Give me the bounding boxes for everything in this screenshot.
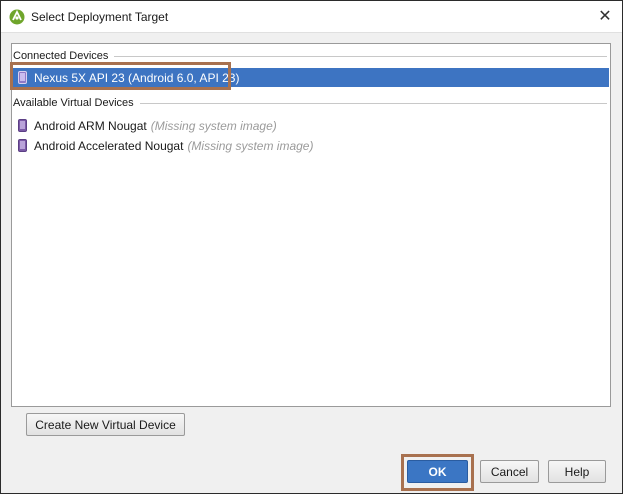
device-row-nexus-5x[interactable]: Nexus 5X API 23 (Android 6.0, API 23): [13, 68, 609, 87]
device-name: Android Accelerated Nougat: [34, 138, 184, 153]
android-studio-icon: [9, 9, 25, 25]
phone-icon: [18, 71, 27, 84]
deployment-dialog: Select Deployment Target ✕ Connected Dev…: [0, 0, 623, 494]
device-name: Android ARM Nougat: [34, 118, 147, 133]
device-row-arm-nougat[interactable]: Android ARM Nougat (Missing system image…: [13, 116, 609, 135]
phone-icon: [18, 139, 27, 152]
divider: [114, 56, 607, 57]
available-devices-header: Available Virtual Devices: [13, 96, 607, 110]
ok-button[interactable]: OK: [407, 460, 468, 483]
available-devices-label: Available Virtual Devices: [13, 97, 134, 109]
connected-devices-label: Connected Devices: [13, 50, 109, 62]
device-status: (Missing system image): [150, 118, 277, 133]
create-virtual-device-button[interactable]: Create New Virtual Device: [26, 413, 185, 436]
device-row-accelerated-nougat[interactable]: Android Accelerated Nougat (Missing syst…: [13, 136, 609, 155]
close-icon: ✕: [598, 8, 612, 25]
window-title: Select Deployment Target: [31, 9, 169, 24]
phone-icon: [18, 119, 27, 132]
close-button[interactable]: ✕: [594, 6, 616, 26]
divider: [139, 103, 607, 104]
device-list[interactable]: Connected Devices Nexus 5X API 23 (Andro…: [11, 43, 611, 407]
cancel-button[interactable]: Cancel: [480, 460, 539, 483]
connected-devices-header: Connected Devices: [13, 49, 607, 63]
help-button[interactable]: Help: [548, 460, 606, 483]
device-status: (Missing system image): [187, 138, 314, 153]
title-bar: Select Deployment Target ✕: [1, 1, 622, 33]
device-name: Nexus 5X API 23 (Android 6.0, API 23): [34, 70, 240, 85]
